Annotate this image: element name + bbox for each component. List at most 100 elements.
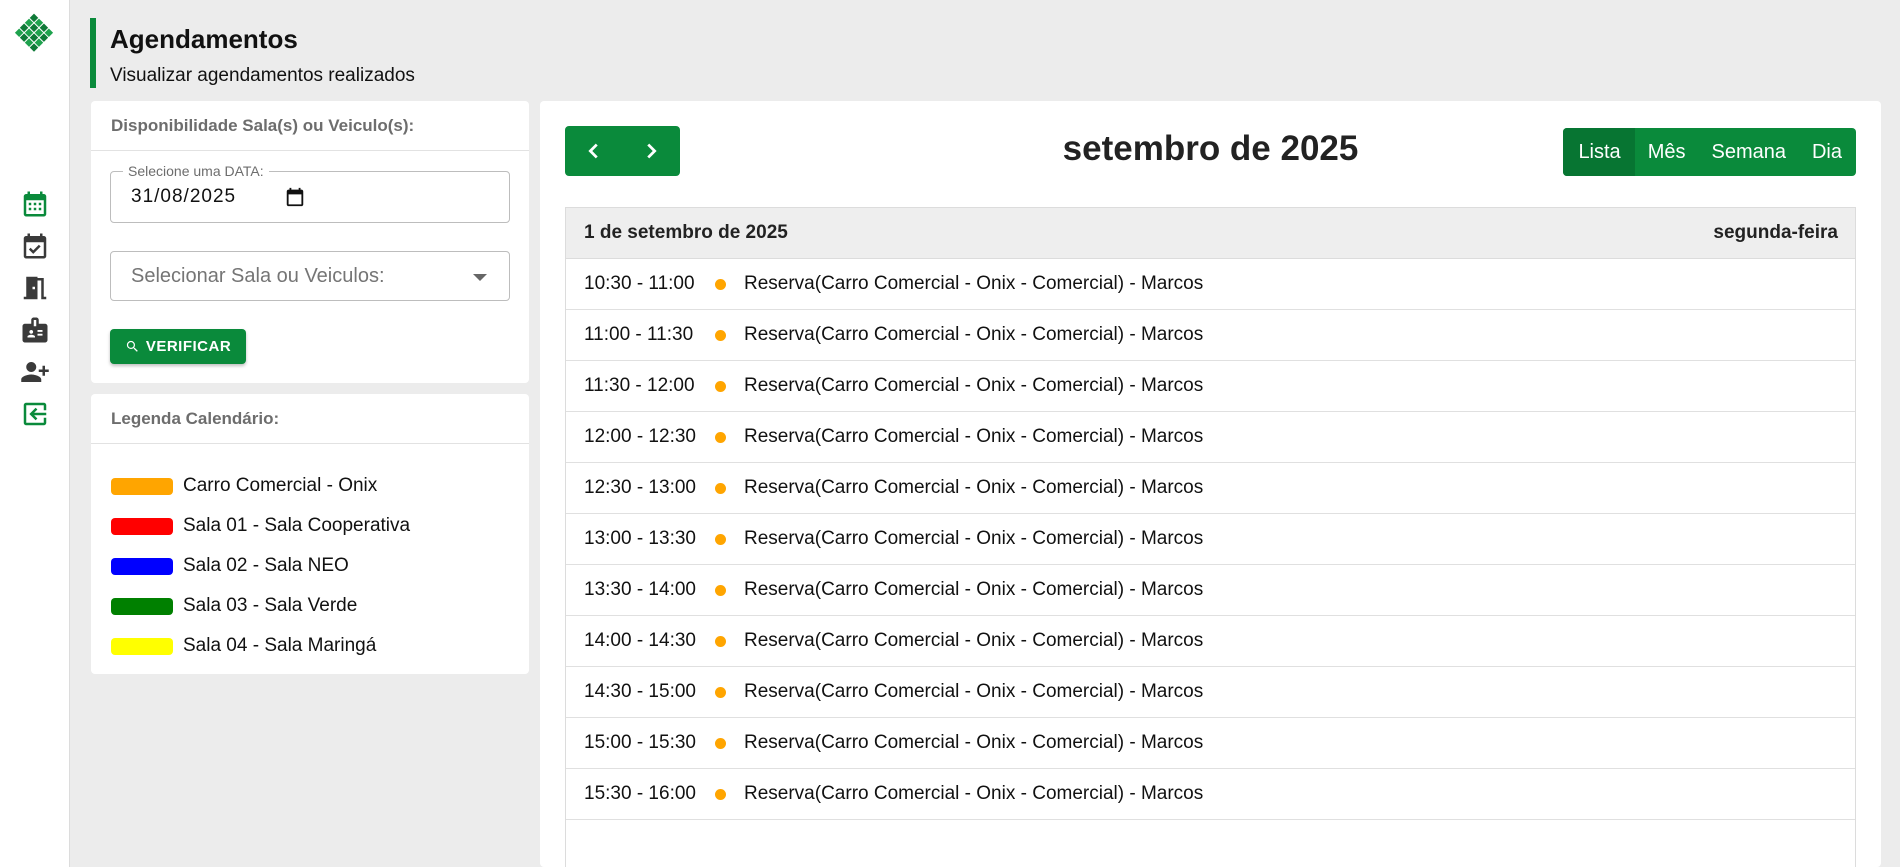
legend-item: Carro Comercial - Onix xyxy=(111,466,509,506)
legend-label: Carro Comercial - Onix xyxy=(183,475,378,496)
event-title: Reserva(Carro Comercial - Onix - Comerci… xyxy=(744,579,1204,600)
legend-item: Sala 02 - Sala NEO xyxy=(111,546,509,586)
event-title: Reserva(Carro Comercial - Onix - Comerci… xyxy=(744,630,1204,651)
sidebar-item-agendamentos[interactable] xyxy=(0,183,70,225)
event-time: 11:00 - 11:30 xyxy=(584,324,694,345)
availability-panel: Disponibilidade Sala(s) ou Veiculo(s): S… xyxy=(91,101,529,383)
day-header: 1 de setembro de 2025 segunda-feira xyxy=(566,208,1855,259)
date-picker-icon[interactable] xyxy=(284,186,306,208)
event-dot xyxy=(715,788,726,800)
legend-swatch xyxy=(111,477,173,495)
sidebar-nav xyxy=(0,183,70,435)
event-title: Reserva(Carro Comercial - Onix - Comerci… xyxy=(744,528,1204,549)
event-row[interactable]: 10:30 - 11:00 Reserva(Carro Comercial - O… xyxy=(566,259,1855,310)
badge-icon xyxy=(22,317,48,343)
view-switcher: Lista Mês Semana Dia xyxy=(1563,128,1856,176)
legend-item: Sala 04 - Sala Maringá xyxy=(111,626,509,666)
legend-item: Sala 01 - Sala Cooperativa xyxy=(111,506,509,546)
event-rows: 10:30 - 11:00 Reserva(Carro Comercial - O… xyxy=(566,259,1855,820)
event-title: Reserva(Carro Comercial - Onix - Comerci… xyxy=(744,273,1204,294)
event-time: 13:30 - 14:00 xyxy=(584,579,696,600)
event-title: Reserva(Carro Comercial - Onix - Comerci… xyxy=(744,426,1204,447)
event-title: Reserva(Carro Comercial - Onix - Comerci… xyxy=(744,681,1204,702)
chevron-down-icon xyxy=(473,274,487,281)
chevron-left-icon xyxy=(587,143,598,159)
event-dot xyxy=(715,278,726,290)
event-row[interactable]: 15:00 - 15:30 Reserva(Carro Comercial - O… xyxy=(566,718,1855,769)
event-row[interactable]: 13:00 - 13:30 Reserva(Carro Comercial - O… xyxy=(566,514,1855,565)
sidebar-item-confirmados[interactable] xyxy=(0,225,70,267)
room-vehicle-select[interactable]: Selecionar Sala ou Veiculos: xyxy=(110,251,510,301)
date-field-label: Selecione uma DATA: xyxy=(123,163,269,179)
day-header-date: 1 de setembro de 2025 xyxy=(584,222,788,243)
next-month-button[interactable] xyxy=(622,126,679,176)
legend-list: Carro Comercial - Onix Sala 01 - Sala Coo… xyxy=(91,444,529,666)
event-row[interactable]: 11:30 - 12:00 Reserva(Carro Comercial - O… xyxy=(566,361,1855,412)
event-row[interactable]: 11:00 - 11:30 Reserva(Carro Comercial - O… xyxy=(566,310,1855,361)
legend-label: Sala 02 - Sala NEO xyxy=(183,555,349,576)
legend-label: Sala 03 - Sala Verde xyxy=(183,595,358,616)
logout-icon xyxy=(23,402,47,426)
view-lista-label: Lista xyxy=(1578,140,1621,163)
legend-label: Sala 04 - Sala Maringá xyxy=(183,635,377,656)
view-dia-button[interactable]: Dia xyxy=(1799,128,1856,176)
sidebar-item-usuarios[interactable] xyxy=(0,351,70,393)
event-time: 15:00 - 15:30 xyxy=(584,732,696,753)
prev-month-button[interactable] xyxy=(565,126,622,176)
page-header: Agendamentos Visualizar agendamentos rea… xyxy=(90,18,415,88)
event-title: Reserva(Carro Comercial - Onix - Comerci… xyxy=(744,324,1204,345)
event-row[interactable]: 15:30 - 16:00 Reserva(Carro Comercial - O… xyxy=(566,769,1855,820)
legend-swatch xyxy=(111,637,173,655)
sidebar-item-cadastros[interactable] xyxy=(0,309,70,351)
search-icon xyxy=(126,340,138,352)
event-dot xyxy=(715,533,726,545)
view-dia-label: Dia xyxy=(1811,140,1842,163)
event-dot xyxy=(715,635,726,647)
event-time: 12:00 - 12:30 xyxy=(584,426,696,447)
event-list: 1 de setembro de 2025 segunda-feira 10:3… xyxy=(565,207,1856,867)
logo-icon xyxy=(14,13,54,52)
legend-swatch xyxy=(111,517,173,535)
event-row[interactable]: 14:30 - 15:00 Reserva(Carro Comercial - O… xyxy=(566,667,1855,718)
legend-title: Legenda Calendário: xyxy=(91,394,529,444)
event-row[interactable]: 13:30 - 14:00 Reserva(Carro Comercial - O… xyxy=(566,565,1855,616)
event-time: 14:30 - 15:00 xyxy=(584,681,696,702)
calendar-check-icon xyxy=(23,233,47,259)
door-icon xyxy=(23,276,47,300)
event-time: 11:30 - 12:00 xyxy=(584,375,695,396)
legend-item: Sala 03 - Sala Verde xyxy=(111,586,509,626)
legend-label: Sala 01 - Sala Cooperativa xyxy=(183,515,411,536)
event-dot xyxy=(715,584,726,596)
legend-swatch xyxy=(111,557,173,575)
event-row[interactable]: 14:00 - 14:30 Reserva(Carro Comercial - O… xyxy=(566,616,1855,667)
event-dot xyxy=(715,737,726,749)
view-mes-button[interactable]: Mês xyxy=(1635,128,1699,176)
event-row[interactable]: 12:00 - 12:30 Reserva(Carro Comercial - O… xyxy=(566,412,1855,463)
view-lista-button[interactable]: Lista xyxy=(1563,128,1635,176)
event-dot xyxy=(715,380,726,392)
event-time: 15:30 - 16:00 xyxy=(584,783,696,804)
verify-button[interactable]: VERIFICAR xyxy=(110,329,246,364)
calendar-icon xyxy=(23,191,47,217)
view-semana-button[interactable]: Semana xyxy=(1698,128,1799,176)
legend-panel: Legenda Calendário: Carro Comercial - On… xyxy=(91,394,529,674)
event-dot xyxy=(715,686,726,698)
event-title: Reserva(Carro Comercial - Onix - Comerci… xyxy=(744,375,1204,396)
calendar-nav-group xyxy=(565,126,680,176)
sidebar-item-sair[interactable] xyxy=(0,393,70,435)
day-header-weekday: segunda-feira xyxy=(1713,222,1838,243)
event-time: 14:00 - 14:30 xyxy=(584,630,696,651)
legend-swatch xyxy=(111,597,173,615)
room-vehicle-select-placeholder: Selecionar Sala ou Veiculos: xyxy=(131,265,385,287)
event-time: 12:30 - 13:00 xyxy=(584,477,696,498)
date-field[interactable]: Selecione uma DATA: 31/08/2025 xyxy=(110,163,510,223)
event-title: Reserva(Carro Comercial - Onix - Comerci… xyxy=(744,732,1204,753)
event-row[interactable]: 12:30 - 13:00 Reserva(Carro Comercial - O… xyxy=(566,463,1855,514)
add-user-icon xyxy=(21,362,49,382)
event-time: 10:30 - 11:00 xyxy=(584,273,695,294)
view-mes-label: Mês xyxy=(1647,140,1686,163)
sidebar-item-salas[interactable] xyxy=(0,267,70,309)
chevron-right-icon xyxy=(646,143,657,159)
page-title: Agendamentos xyxy=(110,24,298,54)
sidebar xyxy=(0,0,70,867)
